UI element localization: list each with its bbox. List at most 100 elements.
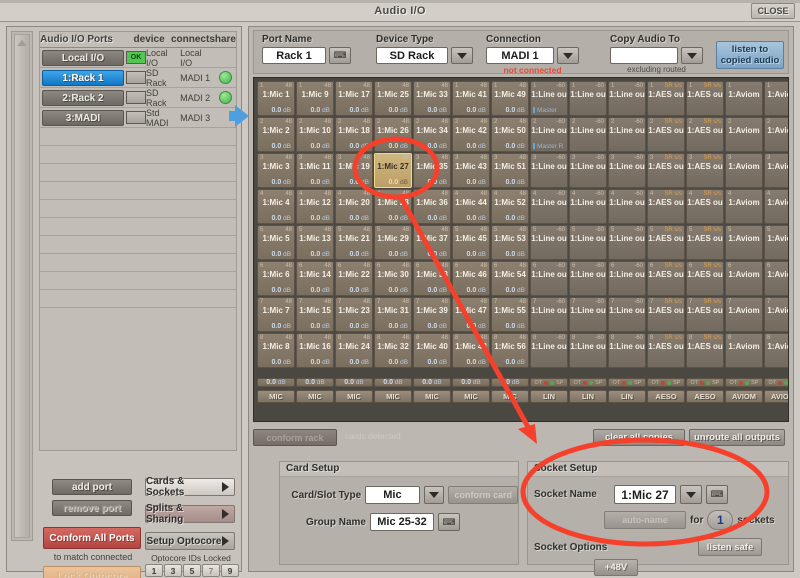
socket-cell[interactable]: 2 48 1:Mic 50 0.0 dB	[491, 117, 529, 152]
connection-value[interactable]: MADI 1	[486, 47, 554, 64]
socket-cell[interactable]: 5 48 1:Mic 45 0.0 dB	[452, 225, 490, 260]
socket-cell[interactable]: 1 -60 1:Line ou	[569, 81, 607, 116]
socket-cell[interactable]: 8 48 1:Mic 24 0.0 dB	[335, 333, 373, 368]
setup-optocore-button[interactable]: Setup Optocore	[145, 532, 235, 550]
socket-cell[interactable]: 1 48 1:Mic 17 0.0 dB	[335, 81, 373, 116]
socket-cell[interactable]: 31:Aviom	[764, 153, 788, 188]
device-type-value[interactable]: SD Rack	[376, 47, 448, 64]
socket-cell[interactable]: 4 -60 1:Line ou	[569, 189, 607, 224]
socket-cell[interactable]: 4 -60 1:Line ou	[608, 189, 646, 224]
keyboard-icon[interactable]: ⌨	[706, 485, 728, 504]
socket-cell[interactable]: 2 48 1:Mic 34 0.0 dB	[413, 117, 451, 152]
card-type-label[interactable]: AVIOM	[764, 390, 788, 403]
copy-audio-to-input[interactable]	[610, 47, 678, 64]
cards-and-sockets-button[interactable]: Cards & Sockets	[145, 476, 235, 498]
socket-cell[interactable]: 2 48 1:Mic 42 0.0 dB	[452, 117, 490, 152]
socket-cell[interactable]: 5 SR s/s 1:AES ou	[647, 225, 685, 260]
socket-cell[interactable]: 6 -60 1:Line ou	[608, 261, 646, 296]
socket-cell[interactable]: 3 -60 1:Line ou	[569, 153, 607, 188]
card-type-label[interactable]: LIN	[530, 390, 568, 403]
socket-name-input[interactable]: 1:Mic 27	[614, 485, 676, 504]
socket-name-dropdown-button[interactable]	[680, 485, 702, 504]
table-row[interactable]: 1:Rack 1 SD Rack MADI 1	[40, 68, 236, 88]
socket-cell[interactable]: 4 -60 1:Line ou	[530, 189, 568, 224]
socket-cell[interactable]: 5 48 1:Mic 37 0.0 dB	[413, 225, 451, 260]
socket-cell[interactable]: 6 SR s/s 1:AES ou	[647, 261, 685, 296]
socket-cell[interactable]: 61:Aviom	[764, 261, 788, 296]
socket-cell[interactable]: 5 -60 1:Line ou	[608, 225, 646, 260]
socket-cell[interactable]: 6 48 1:Mic 14 0.0 dB	[296, 261, 334, 296]
add-port-button[interactable]: add port	[52, 479, 132, 495]
table-row[interactable]: 3:MADI Std MADI MADI 3	[40, 108, 236, 128]
splits-and-sharing-button[interactable]: Splits & Sharing	[145, 503, 235, 525]
socket-cell[interactable]: 1 -60 1:Line ou	[608, 81, 646, 116]
socket-cell[interactable]: 8 48 1:Mic 8 0.0 dB	[257, 333, 295, 368]
socket-cell[interactable]: 3 SR s/s 1:AES ou	[647, 153, 685, 188]
socket-cell[interactable]: 8 -60 1:Line ou	[569, 333, 607, 368]
socket-cell[interactable]: 4 48 1:Mic 20 0.0 dB	[335, 189, 373, 224]
socket-cell[interactable]: 1 48 1:Mic 9 0.0 dB	[296, 81, 334, 116]
sidebar-item-port-1[interactable]: 1:Rack 1	[42, 69, 124, 86]
socket-cell[interactable]: 7 48 1:Mic 7 0.0 dB	[257, 297, 295, 332]
socket-cell[interactable]: 41:Aviom	[725, 189, 763, 224]
card-slot-type-dropdown-button[interactable]	[423, 486, 445, 504]
socket-cell[interactable]: 4 48 1:Mic 52 0.0 dB	[491, 189, 529, 224]
copy-audio-to-dropdown-button[interactable]	[681, 47, 703, 64]
socket-cell[interactable]: 3 48 1:Mic 19 0.0 dB	[335, 153, 373, 188]
card-type-label[interactable]: MIC	[452, 390, 490, 403]
socket-cell[interactable]: 11:Aviom	[725, 81, 763, 116]
socket-cell[interactable]: 7 -60 1:Line ou	[569, 297, 607, 332]
socket-cell[interactable]: 4 SR s/s 1:AES ou	[686, 189, 724, 224]
socket-cell[interactable]: 41:Aviom	[764, 189, 788, 224]
socket-count-stepper[interactable]: 1	[707, 510, 734, 530]
socket-cell[interactable]: 8 48 1:Mic 56 0.0 dB	[491, 333, 529, 368]
socket-cell[interactable]: 6 -60 1:Line ou	[530, 261, 568, 296]
socket-cell[interactable]: 4 48 1:Mic 4 0.0 dB	[257, 189, 295, 224]
socket-cell[interactable]: 8 48 1:Mic 48 0.0 dB	[452, 333, 490, 368]
table-row[interactable]: Local I/O OK Local I/O Local I/O	[40, 48, 236, 68]
socket-cell[interactable]: 8 SR s/s 1:AES ou	[647, 333, 685, 368]
socket-cell[interactable]: 2 -60 1:Line ou Master R	[530, 117, 568, 152]
socket-cell[interactable]: 1 -60 1:Line ou Master	[530, 81, 568, 116]
group-name-input[interactable]: Mic 25-32	[370, 513, 434, 531]
socket-cell[interactable]: 3 48 1:Mic 51 0.0 dB	[491, 153, 529, 188]
socket-cell[interactable]: 7 SR s/s 1:AES ou	[647, 297, 685, 332]
card-type-label[interactable]: MIC	[335, 390, 373, 403]
socket-cell[interactable]: 81:Aviom	[725, 333, 763, 368]
card-type-label[interactable]: MIC	[374, 390, 412, 403]
socket-cell[interactable]: 6 48 1:Mic 22 0.0 dB	[335, 261, 373, 296]
listen-to-copied-audio-button[interactable]: listen to copied audio	[716, 41, 784, 69]
socket-cell[interactable]: 3 48 1:Mic 11 0.0 dB	[296, 153, 334, 188]
socket-cell[interactable]: 3 -60 1:Line ou	[530, 153, 568, 188]
socket-cell[interactable]: 2 SR s/s 1:AES ou	[686, 117, 724, 152]
socket-cell[interactable]: 2 48 1:Mic 26 0.0 dB	[374, 117, 412, 152]
conform-all-ports-button[interactable]: Conform All Ports	[43, 527, 141, 549]
socket-cell[interactable]: 8 48 1:Mic 16 0.0 dB	[296, 333, 334, 368]
port-status-box[interactable]	[126, 111, 146, 124]
socket-cell[interactable]: 6 -60 1:Line ou	[569, 261, 607, 296]
port-status-box[interactable]	[126, 71, 146, 84]
socket-cell[interactable]: 21:Aviom	[725, 117, 763, 152]
socket-cell[interactable]: 4 48 1:Mic 36 0.0 dB	[413, 189, 451, 224]
conform-rack-button[interactable]: conform rack	[253, 429, 337, 446]
socket-cell[interactable]: 21:Aviom	[764, 117, 788, 152]
socket-cell[interactable]: 4 48 1:Mic 28 0.0 dB	[374, 189, 412, 224]
socket-cell[interactable]: 2 48 1:Mic 10 0.0 dB	[296, 117, 334, 152]
socket-cell[interactable]: 5 48 1:Mic 29 0.0 dB	[374, 225, 412, 260]
socket-cell[interactable]: 2 48 1:Mic 2 0.0 dB	[257, 117, 295, 152]
socket-cell[interactable]: 7 48 1:Mic 39 0.0 dB	[413, 297, 451, 332]
sidebar-item-port-3[interactable]: 3:MADI	[42, 109, 124, 126]
socket-cell[interactable]: 1 SR s/s 1:AES ou	[647, 81, 685, 116]
port-status-box[interactable]	[126, 91, 146, 104]
auto-name-button[interactable]: auto-name	[604, 511, 686, 529]
socket-cell[interactable]: 1 48 1:Mic 25 0.0 dB	[374, 81, 412, 116]
socket-cell[interactable]: 5 -60 1:Line ou	[530, 225, 568, 260]
listen-safe-button[interactable]: listen safe	[698, 538, 762, 556]
socket-cell[interactable]: 5 -60 1:Line ou	[569, 225, 607, 260]
socket-cell[interactable]: 1 48 1:Mic 1 0.0 dB	[257, 81, 295, 116]
socket-cell[interactable]: 6 48 1:Mic 30 0.0 dB	[374, 261, 412, 296]
unroute-all-outputs-button[interactable]: unroute all outputs	[689, 429, 785, 446]
socket-cell[interactable]: 7 48 1:Mic 47 0.0 dB	[452, 297, 490, 332]
socket-cell[interactable]: 31:Aviom	[725, 153, 763, 188]
sidebar-item-port-2[interactable]: 2:Rack 2	[42, 89, 124, 106]
